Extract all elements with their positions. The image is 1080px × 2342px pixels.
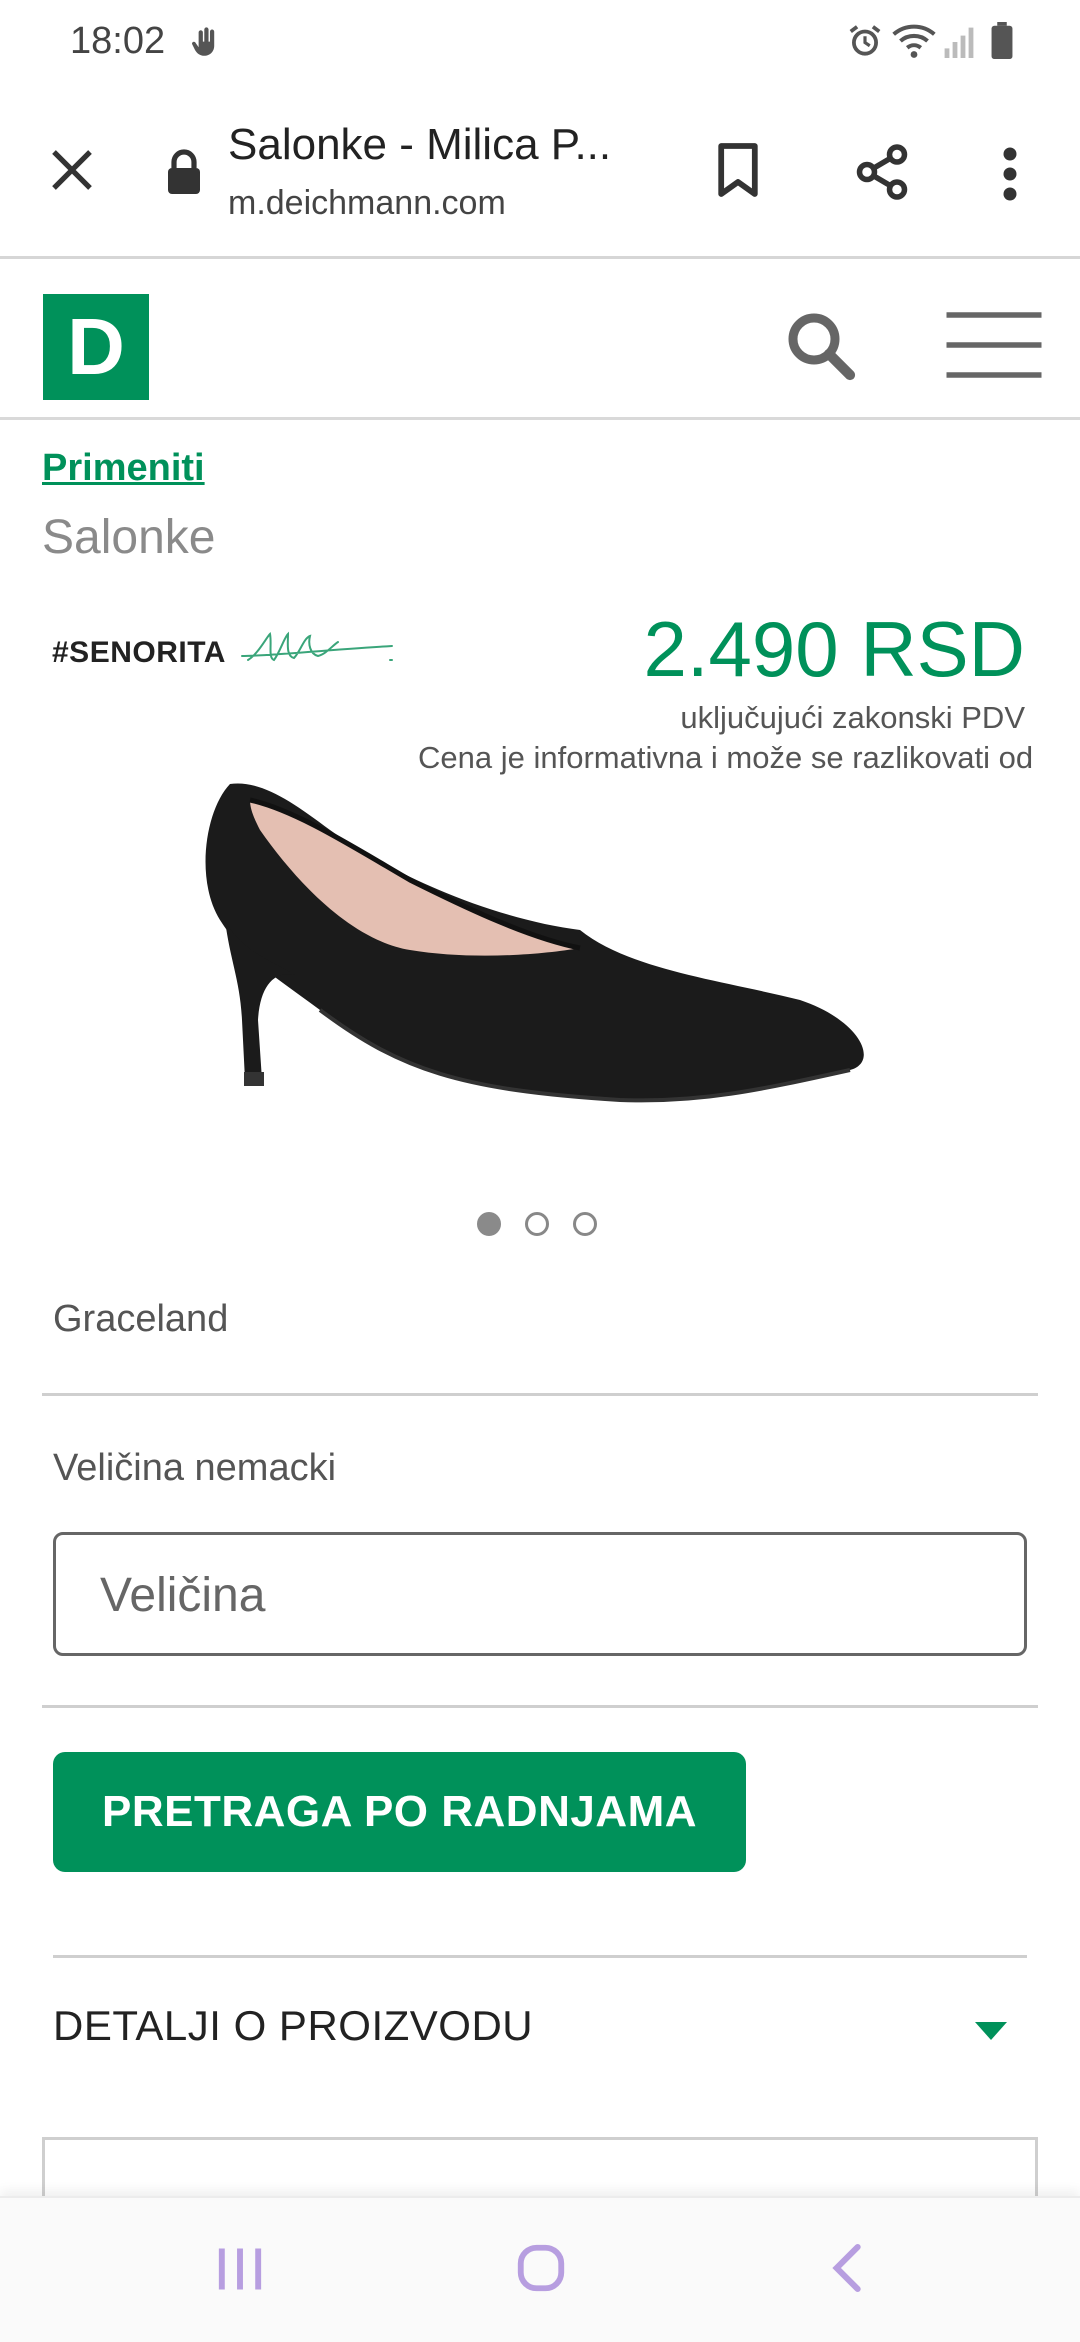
carousel-dot[interactable] (477, 1212, 501, 1236)
carousel-dot[interactable] (573, 1212, 597, 1236)
status-bar: 18:02 (0, 0, 1080, 88)
signature-graphic (241, 631, 393, 662)
carousel-dot[interactable] (525, 1212, 549, 1236)
product-brand: Graceland (53, 1298, 229, 1340)
divider (53, 1955, 1027, 1958)
divider (42, 1705, 1038, 1708)
signal-icon (944, 27, 974, 58)
search-icon[interactable] (784, 309, 856, 381)
battery-icon (991, 22, 1013, 60)
lock-icon (168, 149, 200, 194)
home-icon[interactable] (514, 2240, 568, 2296)
divider (42, 1393, 1038, 1396)
chevron-down-icon[interactable] (975, 2022, 1007, 2040)
browser-toolbar (0, 88, 1080, 259)
recent-apps-icon[interactable] (212, 2244, 268, 2294)
share-icon[interactable] (852, 140, 912, 204)
size-select-placeholder[interactable]: Veličina (100, 1568, 265, 1623)
wifi-icon (892, 24, 936, 58)
more-vert-icon[interactable] (998, 144, 1022, 204)
product-details-toggle[interactable]: DETALJI O PROIZVODU (53, 2002, 533, 2050)
store-search-button[interactable]: PRETRAGA PO RADNJAMA (53, 1752, 746, 1872)
brand-logo: #SENORITA (52, 636, 226, 669)
deichmann-logo[interactable]: D (43, 294, 149, 400)
alarm-icon (849, 25, 881, 56)
android-nav-bar (0, 2196, 1080, 2342)
page-url[interactable]: m.deichmann.com (228, 184, 506, 223)
product-image[interactable] (200, 770, 880, 1210)
back-icon[interactable] (826, 2240, 866, 2296)
category-title: Salonke (42, 511, 216, 564)
page-title[interactable]: Salonke - Milica P... (228, 120, 638, 170)
vat-note: uključujući zakonski PDV (680, 700, 1025, 735)
status-time: 18:02 (70, 20, 166, 62)
breadcrumb-link[interactable]: Primeniti (42, 447, 205, 490)
bookmark-icon[interactable] (714, 140, 762, 200)
product-price: 2.490 RSD (643, 605, 1025, 693)
size-label: Veličina nemacki (53, 1447, 337, 1489)
site-header (0, 259, 1080, 420)
hamburger-menu-icon[interactable] (944, 309, 1044, 381)
close-icon[interactable] (48, 146, 96, 194)
hand-icon (192, 27, 215, 56)
